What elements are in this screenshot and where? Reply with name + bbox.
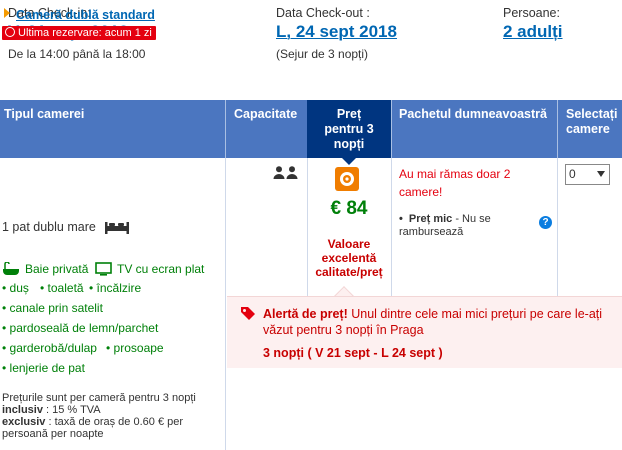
price-alert-dates: 3 nopți ( V 21 sept - L 24 sept ) — [263, 346, 443, 360]
col-divider — [391, 158, 392, 296]
amenity-heating: • încălzire — [89, 281, 142, 295]
info-icon[interactable]: ? — [539, 216, 552, 229]
deal-badge-icon — [335, 167, 359, 191]
amenity-label: pardoseală de lemn/parchet — [9, 321, 159, 335]
table-header: Tipul camerei Capacitate Preț pentru 3 n… — [0, 100, 622, 165]
price-alert-title: Alertă de preț! — [263, 307, 348, 321]
amenity-shower: • duș — [2, 281, 29, 295]
amenity-label: Baie privată — [25, 262, 89, 276]
amenity-satellite: • canale prin satelit — [2, 301, 103, 315]
header-price-line2: pentru 3 — [324, 122, 374, 136]
exclusive-label: exclusiv — [2, 416, 46, 428]
stay-length: (Sejur de 3 nopți) — [276, 47, 369, 61]
col-divider — [225, 296, 226, 450]
amenity-linen: • lenjerie de pat — [2, 361, 85, 375]
col-divider — [225, 158, 226, 296]
tv-icon — [95, 262, 112, 276]
amenity-label: toaletă — [47, 281, 84, 295]
two-persons-icon — [273, 166, 298, 179]
value-badge: Valoare excelentă calitate/preț — [307, 237, 391, 279]
price-conditions-line: Prețurile sunt per cameră pentru 3 nopți — [2, 392, 196, 404]
amenity-towels: • prosoape — [106, 341, 164, 355]
urgency-badge: Ultima rezervare: acum 1 zi — [2, 26, 156, 40]
amenity-label: canale prin satelit — [9, 301, 103, 315]
perk-label: Preț mic — [408, 213, 453, 225]
checkout-block: Data Check-out : L, 24 sept 2018 (Sejur … — [276, 6, 397, 61]
header-select-line2: camere — [566, 122, 610, 136]
price-header-arrow — [342, 158, 356, 165]
price-conditions-inclusive: inclusiv : 15 % TVA — [2, 404, 217, 416]
alarm-clock-icon — [5, 27, 15, 37]
chevron-down-icon — [597, 171, 605, 177]
bed-info: 1 pat dublu mare — [2, 220, 130, 235]
guests-block: Persoane: 2 adulți — [503, 6, 563, 42]
inclusive-text: : 15 % TVA — [42, 404, 101, 416]
amenity-label: prosoape — [113, 341, 164, 355]
value-badge-line: calitate/preț — [315, 265, 383, 279]
header-price: Preț pentru 3 nopți — [307, 100, 391, 165]
amenity-label: încălzire — [96, 281, 142, 295]
price-conditions: Prețurile sunt per cameră pentru 3 nopți… — [2, 392, 217, 440]
select-value: 0 — [569, 167, 576, 181]
header-price-line3: nopți — [333, 137, 365, 151]
inclusive-label: inclusiv — [2, 404, 43, 416]
expand-triangle-icon — [4, 8, 10, 18]
amenity-wood-floor: • pardoseală de lemn/parchet — [2, 321, 159, 335]
room-name: Cameră dublă standard — [16, 8, 155, 22]
price-conditions-exclusive: exclusiv : taxă de oraș de 0.60 € per pe… — [2, 416, 217, 440]
price-alert-text: Alertă de preț! Unul dintre cele mai mic… — [263, 306, 608, 338]
amenity-toilet: • toaletă — [40, 281, 84, 295]
header-select-line1: Selectați — [566, 107, 618, 121]
amenity-private-bath: Baie privată — [2, 262, 88, 276]
amenity-label: duș — [9, 281, 29, 295]
header-price-line1: Preț — [336, 107, 362, 121]
amenity-wardrobe: • garderobă/dulap — [2, 341, 97, 355]
value-badge-line: Valoare — [327, 237, 371, 251]
room-name-link[interactable]: Cameră dublă standard — [4, 8, 155, 22]
amenity-label: garderobă/dulap — [9, 341, 97, 355]
price-tag-icon — [241, 307, 255, 320]
header-room-type: Tipul camerei — [4, 107, 85, 121]
header-select: Selectați camere — [557, 100, 622, 158]
header-capacity: Capacitate — [225, 100, 307, 158]
deal-badge-glyph — [340, 172, 354, 186]
rooms-left-notice: Au mai rămas doar 2 camere! — [399, 167, 511, 199]
urgency-text: Ultima rezervare: acum 1 zi — [18, 27, 152, 39]
bullet: • — [399, 213, 403, 225]
guests-link[interactable]: 2 adulți — [503, 22, 563, 42]
checkout-date-link[interactable]: L, 24 sept 2018 — [276, 22, 397, 42]
col-divider — [557, 158, 558, 296]
value-badge-line: excelentă — [321, 251, 377, 265]
bed-text: 1 pat dublu mare — [2, 220, 96, 234]
price-amount: € 84 — [330, 198, 368, 219]
amenity-label: TV cu ecran plat — [117, 262, 205, 276]
package-perk: • Preț mic - Nu se rambursează — [399, 213, 549, 239]
checkout-label: Data Check-out : — [276, 6, 370, 20]
bathtub-icon — [3, 262, 19, 275]
amenity-flat-tv: TV cu ecran plat — [95, 262, 204, 276]
checkin-hours: De la 14:00 până la 18:00 — [8, 47, 146, 61]
header-package: Pachetul dumneavoastră — [391, 100, 557, 158]
double-bed-icon — [105, 221, 130, 234]
rooms-quantity-select[interactable]: 0 — [565, 164, 610, 185]
amenity-label: lenjerie de pat — [9, 361, 85, 375]
guests-label: Persoane: — [503, 6, 560, 20]
